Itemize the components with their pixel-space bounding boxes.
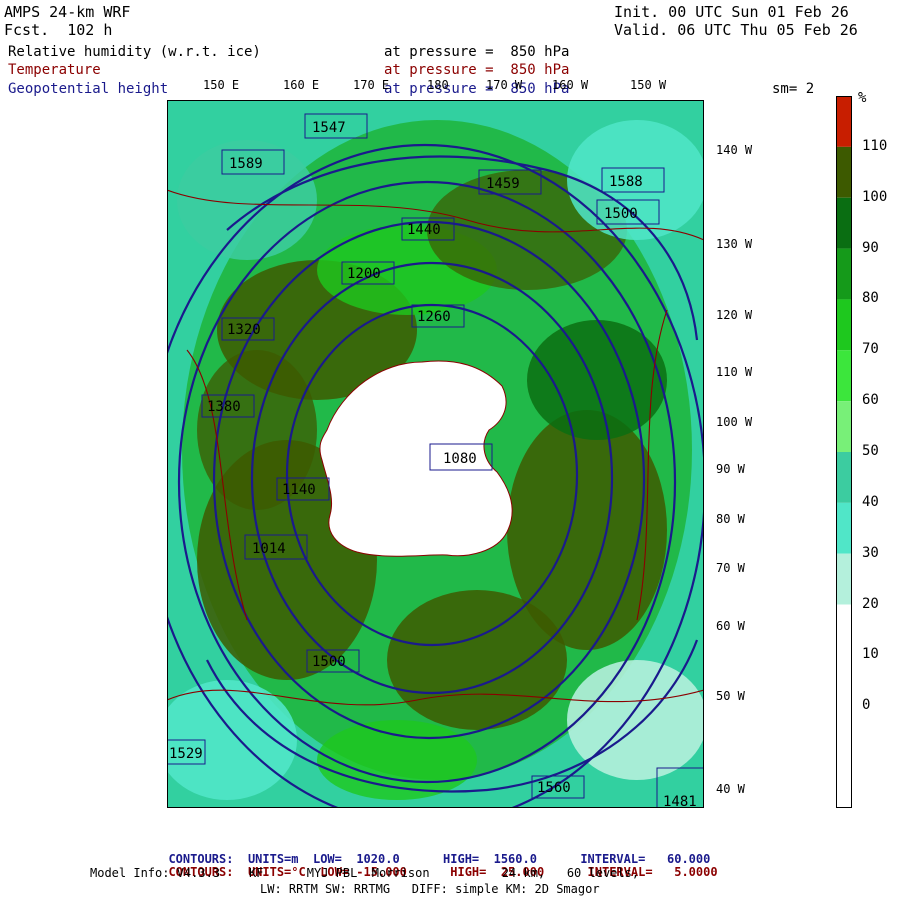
height-label: 1529 bbox=[169, 746, 203, 762]
height-label: 1560 bbox=[537, 780, 571, 796]
lon-label-right: 80 W bbox=[716, 512, 745, 526]
colorbar-label: 0 bbox=[862, 697, 871, 714]
init-time: Init. 00 UTC Sun 01 Feb 26 bbox=[614, 3, 849, 21]
lon-label-right: 60 W bbox=[716, 619, 745, 633]
colorbar-label: 80 bbox=[862, 290, 879, 307]
lon-label-top: 170 E bbox=[353, 78, 390, 92]
height-label: 1547 bbox=[312, 120, 346, 136]
field-temp-level: at pressure = 850 hPa bbox=[384, 62, 570, 78]
lon-label-top: 180 bbox=[427, 78, 449, 92]
height-label: 1080 bbox=[443, 451, 477, 467]
colorbar-swatch bbox=[836, 401, 852, 452]
lon-label-right: 90 W bbox=[716, 462, 745, 476]
colorbar-label: 70 bbox=[862, 341, 879, 358]
colorbar-label: 110 bbox=[862, 137, 888, 154]
model-title: AMPS 24-km WRF bbox=[4, 3, 131, 21]
colorbar-swatch bbox=[836, 299, 852, 351]
lon-label-right: 130 W bbox=[716, 237, 753, 251]
colorbar-swatch bbox=[836, 96, 852, 147]
lon-label-top: 160 E bbox=[283, 78, 320, 92]
lon-label-top: 160 W bbox=[552, 78, 589, 92]
colorbar-label: 20 bbox=[862, 595, 879, 612]
footer-physics: LW: RRTM SW: RRTMG DIFF: simple KM: 2D S… bbox=[260, 882, 600, 896]
colorbar-swatch bbox=[836, 706, 852, 758]
height-label: 1260 bbox=[417, 309, 451, 325]
colorbar-swatch bbox=[836, 197, 852, 249]
lon-label-right: 50 W bbox=[716, 689, 745, 703]
forecast-hour: Fcst. 102 h bbox=[4, 21, 113, 39]
height-label: 1320 bbox=[227, 322, 261, 338]
colorbar-swatch bbox=[836, 452, 852, 503]
colorbar-swatch bbox=[836, 655, 852, 707]
lon-label-right: 140 W bbox=[716, 143, 753, 157]
height-label: 1440 bbox=[407, 222, 441, 238]
valid-time: Valid. 06 UTC Thu 05 Feb 26 bbox=[614, 21, 858, 39]
height-label: 1481 bbox=[663, 794, 697, 808]
lon-label-top: 170 W bbox=[486, 78, 523, 92]
lon-label-right: 110 W bbox=[716, 365, 753, 379]
height-label: 1500 bbox=[312, 654, 346, 670]
field-height-level: at pressure = 850 hPa bbox=[384, 81, 570, 97]
lon-label-right: 40 W bbox=[716, 782, 745, 796]
height-label: 1459 bbox=[486, 176, 520, 192]
field-rh-level: at pressure = 850 hPa bbox=[384, 44, 570, 60]
colorbar-swatch bbox=[836, 553, 852, 605]
weather-map: 1547 1589 1588 1459 1500 1440 1380 1320 … bbox=[167, 100, 704, 808]
lon-label-top: 150 W bbox=[630, 78, 667, 92]
smoothing-label: sm= 2 bbox=[772, 81, 815, 97]
colorbar-unit: % bbox=[858, 90, 867, 106]
colorbar-label: 40 bbox=[862, 493, 879, 510]
footer-model-info: Model Info: V4.3.3 KF MYJ PBL Morrison 2… bbox=[90, 866, 640, 880]
colorbar-label: 30 bbox=[862, 544, 879, 561]
field-rh-name: Relative humidity (w.r.t. ice) bbox=[8, 44, 261, 60]
colorbar-swatch bbox=[836, 248, 852, 300]
lon-label-right: 70 W bbox=[716, 561, 745, 575]
colorbar bbox=[836, 96, 852, 808]
height-label: 1588 bbox=[609, 174, 643, 190]
colorbar-swatch bbox=[836, 604, 852, 656]
height-label: 1200 bbox=[347, 266, 381, 282]
field-height-name: Geopotential height bbox=[8, 81, 169, 97]
colorbar-label: 60 bbox=[862, 392, 879, 409]
colorbar-label: 90 bbox=[862, 239, 879, 256]
height-label: 1014 bbox=[252, 541, 286, 557]
colorbar-swatch bbox=[836, 350, 852, 402]
colorbar-label: 10 bbox=[862, 646, 879, 663]
colorbar-swatch bbox=[836, 757, 852, 808]
colorbar-label: 50 bbox=[862, 443, 879, 459]
height-label: 1140 bbox=[282, 482, 316, 498]
colorbar-swatch bbox=[836, 146, 852, 198]
height-label: 1500 bbox=[604, 206, 638, 222]
height-label: 1589 bbox=[229, 156, 263, 172]
lon-label-top: 150 E bbox=[203, 78, 240, 92]
colorbar-swatch bbox=[836, 502, 852, 554]
height-label: 1380 bbox=[207, 399, 241, 415]
lon-label-right: 100 W bbox=[716, 415, 753, 429]
colorbar-label: 100 bbox=[862, 188, 888, 205]
field-temp-name: Temperature bbox=[8, 62, 101, 78]
lon-label-right: 120 W bbox=[716, 308, 753, 322]
